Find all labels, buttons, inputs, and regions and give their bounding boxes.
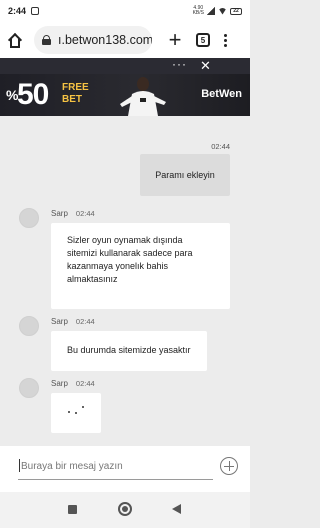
status-right: 4.90 KB/S 22 — [193, 6, 242, 16]
banner-free-bet: FREE BET — [62, 82, 89, 106]
sender-name: Sarp — [51, 317, 68, 326]
nav-back-icon[interactable] — [172, 504, 181, 514]
wifi-icon — [218, 7, 227, 15]
sender-name: Sarp — [51, 209, 68, 218]
menu-dot — [224, 38, 227, 42]
browser-toolbar: ı.betwon138.com + 5 — [0, 22, 250, 58]
url-text[interactable]: ı.betwon138.com — [58, 33, 152, 47]
signal-icon — [207, 7, 215, 15]
message-composer — [0, 446, 250, 492]
typing-dot — [82, 406, 84, 408]
home-body — [10, 39, 20, 48]
banner-line1: FREE — [62, 82, 89, 93]
address-bar[interactable]: ı.betwon138.com — [34, 26, 152, 54]
text-caret — [19, 459, 20, 472]
sender-line: Sarp 02:44 — [51, 317, 95, 326]
nav-recents-icon[interactable] — [68, 505, 77, 514]
new-tab-icon[interactable]: + — [166, 29, 184, 51]
message-time: 02:44 — [75, 379, 95, 388]
sender-line: Sarp 02:44 — [51, 209, 95, 218]
add-attachment-icon[interactable] — [220, 457, 238, 475]
message-time: 02:44 — [75, 317, 95, 326]
avatar — [19, 208, 39, 228]
page-header-strip: ··· ✕ — [0, 58, 250, 74]
system-nav-bar — [0, 492, 250, 528]
avatar — [19, 378, 39, 398]
typing-dot — [75, 412, 77, 414]
banner-number: 50 — [17, 78, 49, 111]
incoming-message: Sizler oyun oynamak dışında sitemizi kul… — [51, 223, 230, 309]
brand-logo: BetWen — [201, 88, 242, 100]
message-time: 02:44 — [75, 209, 95, 218]
home-icon[interactable] — [6, 31, 24, 49]
incoming-message: Bu durumda sitemizde yasaktır — [51, 331, 207, 371]
message-input[interactable] — [21, 458, 201, 474]
banner-line2: BET — [62, 94, 82, 105]
brand-logo-a: Bet — [201, 88, 219, 100]
input-underline — [18, 479, 213, 480]
notification-icon — [31, 7, 40, 15]
lock-body — [42, 39, 51, 45]
menu-dot — [224, 43, 227, 47]
battery-icon: 22 — [230, 7, 242, 15]
avatar — [19, 316, 39, 336]
menu-icon[interactable] — [224, 33, 227, 47]
outgoing-message: Paramı ekleyin — [140, 154, 230, 196]
tabs-icon[interactable]: 5 — [196, 33, 210, 47]
brand-logo-b: Wen — [218, 88, 242, 100]
player-image — [120, 77, 166, 116]
status-bar: 2:44 4.90 KB/S 22 — [0, 0, 250, 22]
more-options-icon[interactable]: ··· — [172, 58, 187, 70]
status-time: 2:44 — [8, 6, 27, 16]
network-speed: 4.90 KB/S — [192, 5, 204, 16]
lock-icon[interactable] — [42, 35, 51, 45]
typing-indicator — [51, 393, 101, 433]
nav-home-icon[interactable] — [118, 502, 132, 516]
message-time: 02:44 — [211, 142, 230, 151]
sender-name: Sarp — [51, 379, 68, 388]
chat-thread[interactable]: 02:44 Paramı ekleyin Sarp 02:44 Sizler oy… — [0, 116, 250, 446]
sender-line: Sarp 02:44 — [51, 379, 95, 388]
menu-dot — [224, 33, 227, 37]
close-icon[interactable]: ✕ — [200, 58, 211, 74]
promo-banner[interactable]: % 50 FREE BET BetWen — [0, 74, 250, 116]
typing-dot — [68, 411, 70, 413]
